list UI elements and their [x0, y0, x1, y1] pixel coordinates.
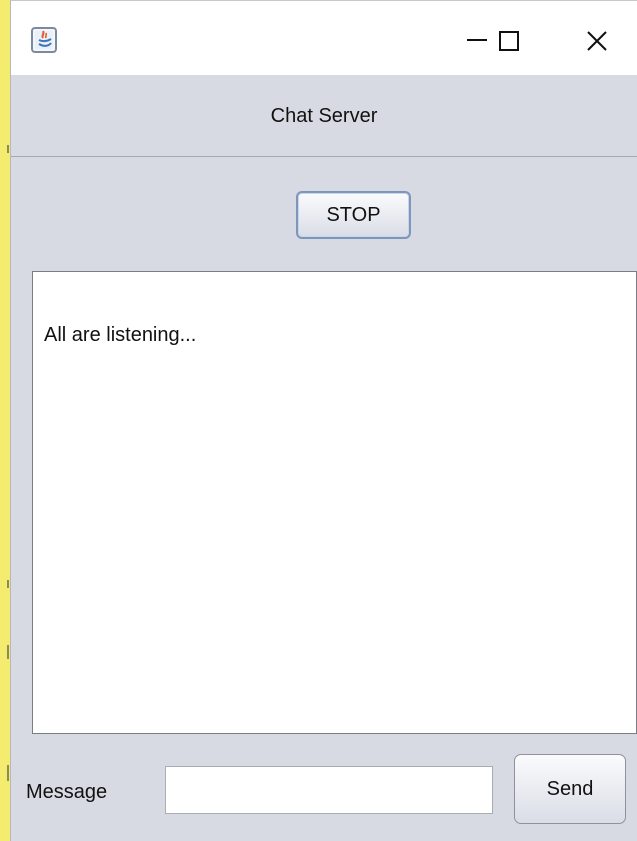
- background-mark: [7, 145, 9, 153]
- send-button[interactable]: Send: [514, 754, 626, 824]
- close-button[interactable]: [567, 11, 627, 71]
- header-title: Chat Server: [270, 105, 378, 127]
- message-label: Message: [26, 781, 108, 803]
- maximize-icon: [499, 31, 519, 51]
- log-text-area[interactable]: All are listening...: [32, 271, 637, 734]
- message-input[interactable]: [165, 766, 493, 814]
- desktop-background: [0, 0, 10, 841]
- stop-button[interactable]: STOP: [296, 191, 411, 239]
- close-icon: [587, 31, 607, 51]
- java-app-icon[interactable]: [31, 27, 57, 53]
- header-panel: Chat Server: [11, 75, 637, 157]
- log-message: All are listening...: [44, 324, 197, 346]
- title-bar[interactable]: [11, 1, 637, 75]
- background-mark: [7, 580, 9, 588]
- maximize-button[interactable]: [479, 11, 539, 71]
- chat-server-window: Chat Server STOP All are listening... Me…: [10, 0, 637, 841]
- background-mark: [7, 765, 9, 781]
- background-mark: [7, 645, 9, 659]
